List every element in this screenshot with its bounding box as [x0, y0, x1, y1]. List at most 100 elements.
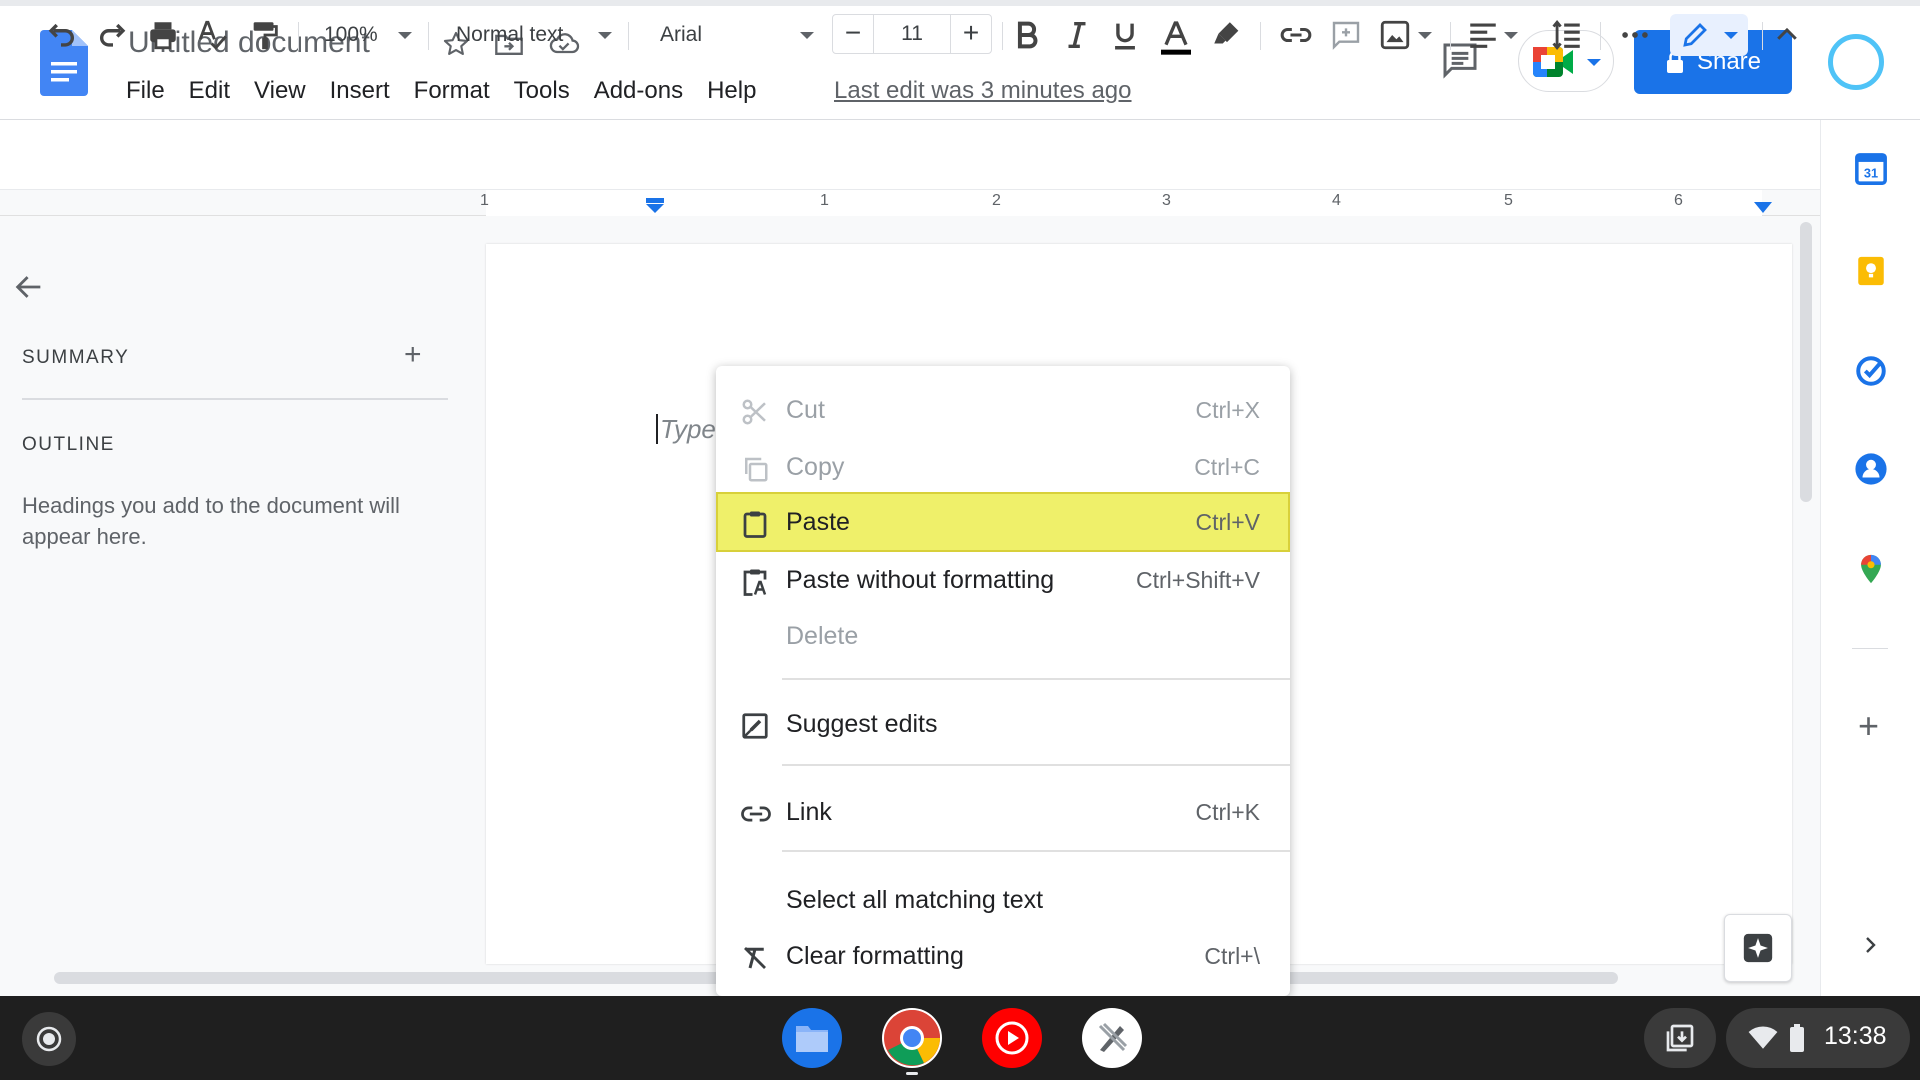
menu-item-clear-formatting[interactable]: Clear formatting Ctrl+\ — [716, 928, 1290, 984]
canvas-app-icon[interactable] — [1082, 1008, 1142, 1068]
align-left-icon[interactable] — [1466, 18, 1500, 52]
zoom-select[interactable]: 100% — [324, 22, 378, 48]
menu-item-label: Paste — [786, 508, 850, 536]
menu-item-select-all-matching-text[interactable]: Select all matching text — [716, 872, 1290, 928]
menu-tools[interactable]: Tools — [502, 76, 582, 106]
collapse-menus-icon[interactable] — [1772, 18, 1802, 52]
menu-item-paste[interactable]: Paste Ctrl+V — [716, 492, 1290, 552]
copy-icon — [740, 454, 770, 484]
text-color-icon[interactable] — [1156, 18, 1196, 58]
toolbar-divider — [1600, 22, 1601, 50]
menu-item-label: Suggest edits — [786, 710, 938, 738]
last-edit-link[interactable]: Last edit was 3 minutes ago — [834, 76, 1132, 106]
style-chevron-down-icon[interactable] — [598, 32, 612, 39]
line-spacing-icon[interactable] — [1550, 18, 1584, 52]
tasks-icon[interactable] — [1854, 354, 1888, 388]
italic-icon[interactable] — [1060, 18, 1094, 52]
font-size-input[interactable]: 11 — [873, 15, 951, 53]
menu-item-label: Link — [786, 798, 832, 826]
menu-item-cut[interactable]: Cut Ctrl+X — [716, 382, 1290, 438]
zoom-chevron-down-icon[interactable] — [398, 32, 412, 39]
calendar-icon[interactable]: 31 — [1854, 152, 1888, 186]
menu-format[interactable]: Format — [402, 76, 502, 106]
youtube-music-app-icon[interactable] — [982, 1008, 1042, 1068]
redo-icon[interactable] — [96, 18, 130, 52]
insert-link-icon[interactable] — [1278, 18, 1314, 52]
font-chevron-down-icon[interactable] — [800, 32, 814, 39]
menu-item-shortcut: Ctrl+X — [1195, 397, 1260, 423]
toolbar-divider — [628, 22, 629, 50]
explore-button[interactable] — [1724, 914, 1792, 982]
align-chevron-down-icon[interactable] — [1504, 32, 1518, 39]
insert-image-icon[interactable] — [1378, 18, 1412, 52]
underline-icon[interactable] — [1108, 18, 1142, 52]
paint-format-icon[interactable] — [248, 18, 282, 52]
more-options-icon[interactable] — [1618, 18, 1652, 52]
side-panel-divider — [1852, 648, 1888, 649]
clipboard-icon — [740, 509, 770, 539]
launcher-button[interactable] — [22, 1012, 76, 1066]
add-summary-button[interactable]: + — [404, 340, 422, 370]
menu-item-paste-without-formatting[interactable]: Paste without formatting Ctrl+Shift+V — [716, 552, 1290, 608]
contacts-icon[interactable] — [1854, 452, 1888, 486]
menu-view[interactable]: View — [242, 76, 318, 106]
pencil-icon — [1683, 23, 1707, 47]
menu-file[interactable]: File — [126, 76, 177, 106]
menu-item-shortcut: Ctrl+\ — [1204, 943, 1260, 969]
holding-space-button[interactable] — [1644, 1008, 1716, 1068]
menu-item-suggest-edits[interactable]: Suggest edits — [716, 696, 1290, 752]
menu-item-label: Delete — [786, 622, 859, 650]
chevron-right-icon[interactable] — [1858, 930, 1882, 960]
vertical-scrollbar[interactable] — [1800, 222, 1812, 502]
spellcheck-icon[interactable] — [196, 18, 230, 52]
menu-help[interactable]: Help — [695, 76, 768, 106]
print-icon[interactable] — [146, 18, 180, 52]
menu-item-shortcut: Ctrl+K — [1195, 799, 1260, 825]
right-indent-marker-icon[interactable] — [1752, 202, 1774, 214]
menu-item-label: Clear formatting — [786, 942, 964, 970]
close-outline-arrow-icon[interactable] — [12, 270, 46, 304]
files-app-icon[interactable] — [782, 1008, 842, 1068]
menu-item-delete[interactable]: Delete — [716, 608, 1290, 664]
clock[interactable]: 13:38 — [1824, 1022, 1887, 1051]
clear-formatting-icon — [740, 943, 770, 973]
font-select[interactable]: Arial — [660, 22, 702, 48]
battery-icon — [1790, 1024, 1804, 1052]
menu-item-label: Select all matching text — [786, 886, 1044, 914]
menu-add-ons[interactable]: Add-ons — [582, 76, 695, 106]
menu-insert[interactable]: Insert — [318, 76, 402, 106]
account-avatar[interactable] — [1828, 34, 1884, 90]
menu-item-copy[interactable]: Copy Ctrl+C — [716, 439, 1290, 495]
outline-hint-text: Headings you add to the document will ap… — [22, 493, 400, 549]
menu-edit[interactable]: Edit — [177, 76, 242, 106]
highlight-color-icon[interactable] — [1210, 18, 1244, 52]
link-icon — [740, 799, 772, 829]
menu-item-link[interactable]: Link Ctrl+K — [716, 784, 1290, 840]
wifi-icon — [1748, 1026, 1778, 1049]
image-chevron-down-icon[interactable] — [1418, 32, 1432, 39]
menu-item-shortcut: Ctrl+Shift+V — [1136, 567, 1260, 593]
chrome-app-icon[interactable] — [882, 1008, 942, 1068]
menu-item-label: Copy — [786, 453, 845, 481]
left-indent-marker-icon[interactable] — [644, 198, 666, 214]
keep-icon[interactable] — [1854, 254, 1888, 288]
undo-icon[interactable] — [44, 18, 78, 52]
toolbar-divider — [298, 22, 299, 50]
ruler-number: 1 — [480, 192, 489, 209]
get-add-ons-button[interactable]: + — [1858, 708, 1879, 744]
paragraph-style-select[interactable]: Normal text — [456, 22, 563, 48]
decrease-font-size-button[interactable]: − — [833, 15, 874, 53]
menu-item-shortcut: Ctrl+V — [1195, 509, 1260, 535]
explore-sparkle-icon — [1743, 933, 1773, 963]
bold-icon[interactable] — [1010, 18, 1044, 52]
increase-font-size-button[interactable]: + — [950, 15, 991, 53]
maps-icon[interactable] — [1854, 552, 1888, 586]
summary-heading: SUMMARY — [22, 347, 130, 368]
menu-item-shortcut: Ctrl+C — [1194, 454, 1260, 480]
add-comment-icon[interactable] — [1330, 18, 1362, 52]
outline-heading: OUTLINE — [22, 434, 115, 455]
chevron-down-icon — [1587, 59, 1601, 66]
menu-item-label: Paste without formatting — [786, 566, 1055, 594]
editing-mode-button[interactable] — [1670, 14, 1748, 56]
text-cursor — [656, 414, 658, 444]
